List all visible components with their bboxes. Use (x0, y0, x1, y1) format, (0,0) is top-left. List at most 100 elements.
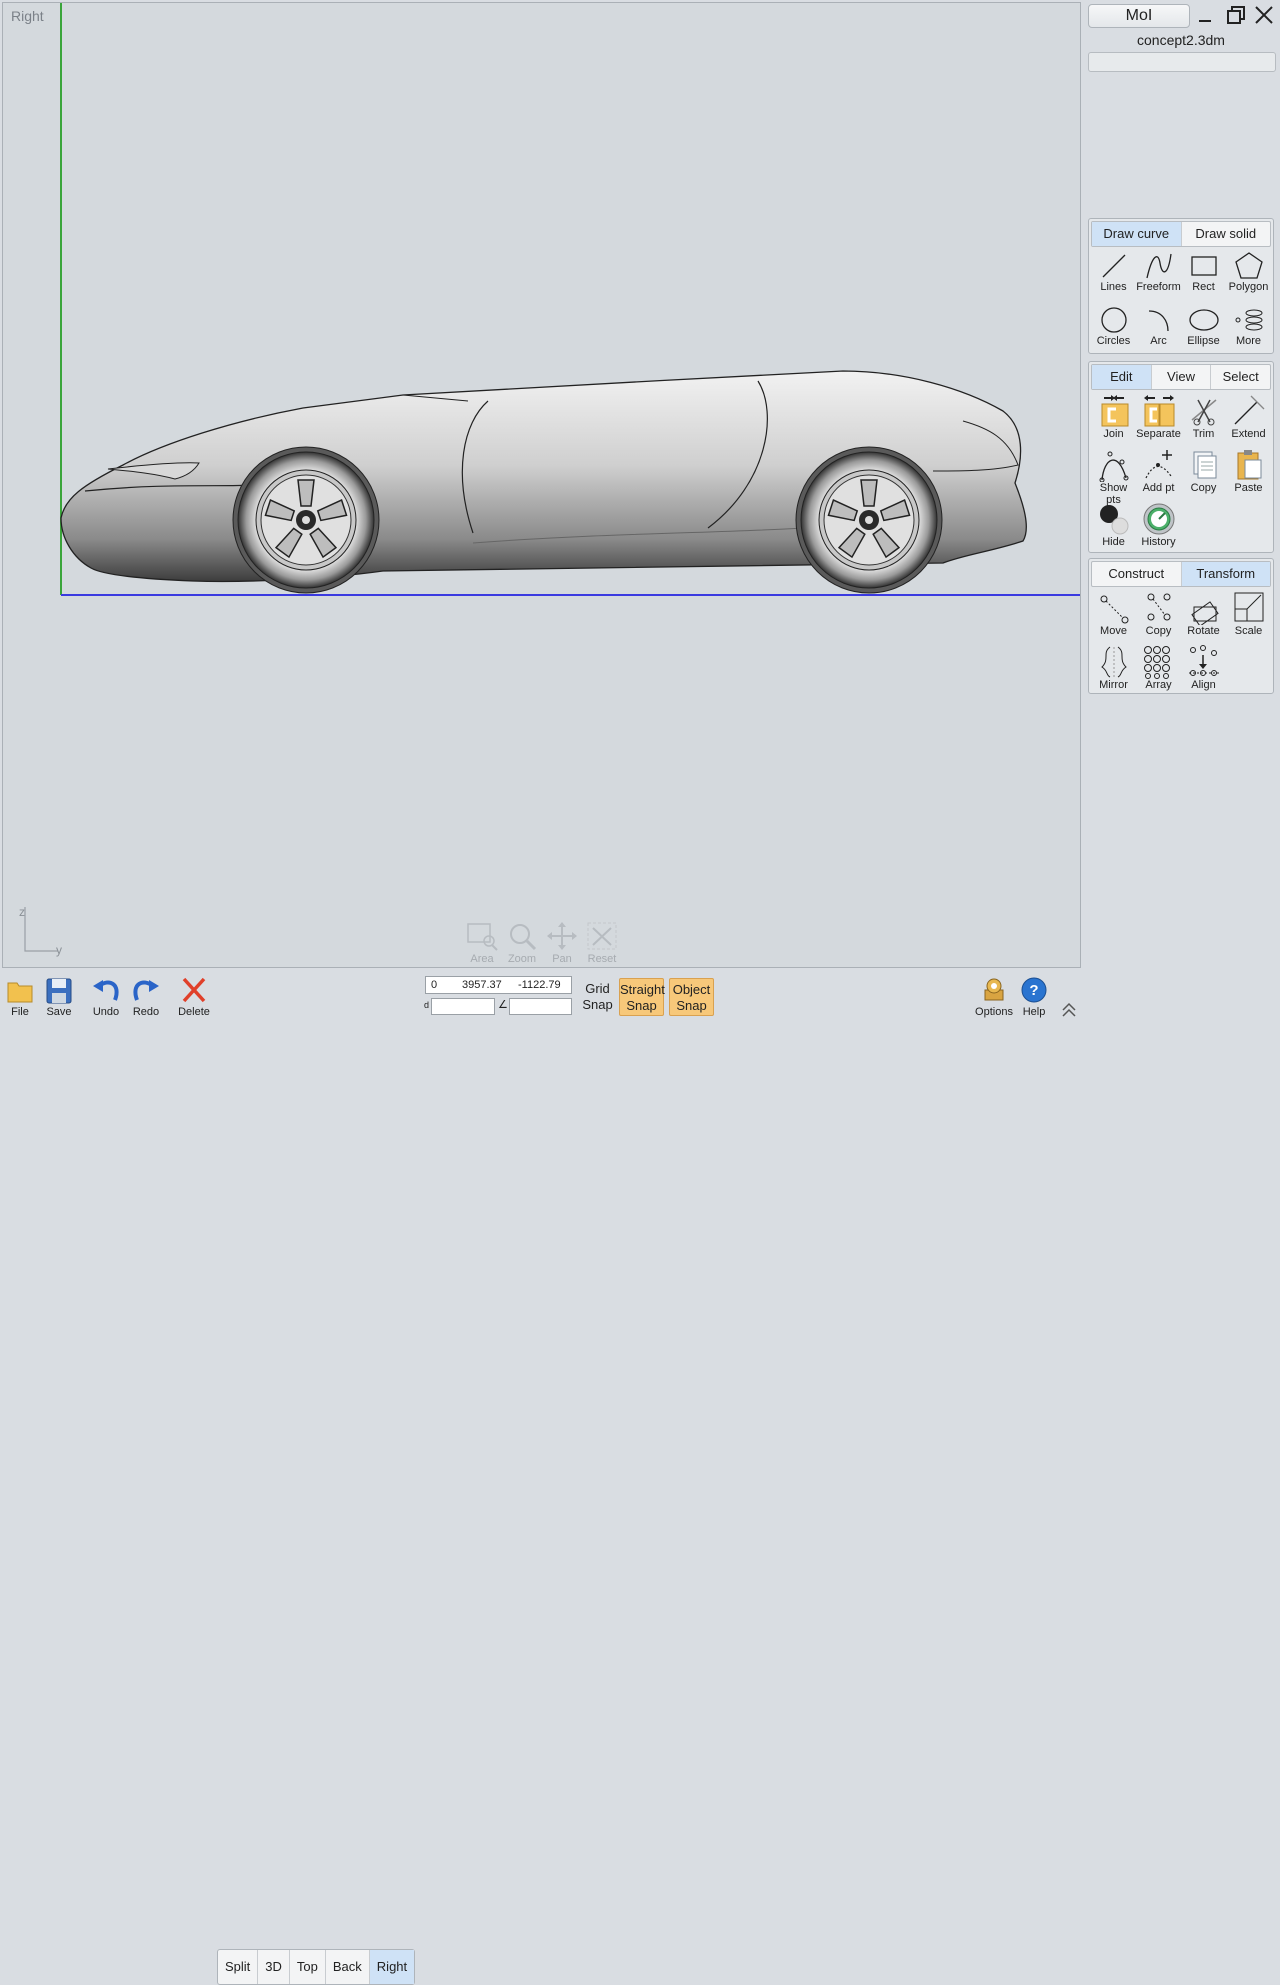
delete-button[interactable]: Delete (174, 974, 214, 1018)
extend-tool[interactable]: Extend (1226, 392, 1271, 446)
view-3d[interactable]: 3D (258, 1950, 290, 1984)
reset-button[interactable]: Reset (582, 921, 622, 965)
extend-icon (1234, 395, 1264, 425)
copy-label: Copy (1190, 482, 1217, 494)
angle-input[interactable] (509, 998, 572, 1015)
minimize-icon[interactable] (1195, 4, 1217, 26)
tab-transform[interactable]: Transform (1181, 562, 1270, 586)
ellipse-label: Ellipse (1187, 335, 1220, 347)
array-label: Array (1145, 679, 1172, 691)
app-title-button[interactable]: MoI (1088, 4, 1190, 28)
save-icon (46, 978, 72, 1004)
lines-icon (1102, 254, 1125, 278)
tab-view[interactable]: View (1152, 365, 1212, 389)
scale-tool[interactable]: Scale (1226, 589, 1271, 643)
show-points-icon (1099, 451, 1128, 482)
viewport-label[interactable]: Right (11, 8, 44, 24)
grid-snap-toggle[interactable]: Grid Snap (575, 978, 620, 1016)
circle-icon (1100, 307, 1127, 333)
view-split[interactable]: Split (218, 1950, 259, 1984)
file-button[interactable]: File (0, 974, 40, 1018)
command-input[interactable] (1088, 52, 1276, 72)
help-button[interactable]: ? Help (1014, 974, 1054, 1018)
array-icon (1143, 646, 1170, 679)
join-tool[interactable]: Join (1091, 392, 1136, 446)
expand-chevron-icon[interactable] (1060, 1000, 1078, 1021)
move-icon (1100, 595, 1128, 624)
join-label: Join (1103, 428, 1124, 440)
arc-tool[interactable]: Arc (1136, 303, 1181, 357)
restore-icon[interactable] (1225, 4, 1247, 26)
coordinate-input[interactable]: 0 3957.37 -1122.79 (425, 976, 572, 994)
options-button[interactable]: Options (974, 974, 1014, 1018)
grid-snap-line2: Snap (582, 997, 613, 1012)
transform-copy-tool[interactable]: Copy (1136, 589, 1181, 643)
copy-tool[interactable]: Copy (1181, 446, 1226, 500)
tab-draw-curve[interactable]: Draw curve (1092, 222, 1182, 246)
tab-construct[interactable]: Construct (1092, 562, 1182, 586)
ellipse-tool[interactable]: Ellipse (1181, 303, 1226, 357)
zoom-button[interactable]: Zoom (502, 921, 542, 965)
lines-tool[interactable]: Lines (1091, 249, 1136, 303)
rect-tool[interactable]: Rect (1181, 249, 1226, 303)
front-wheel (232, 446, 380, 594)
extend-label: Extend (1231, 428, 1266, 440)
show-pts-tool[interactable]: Show pts (1091, 446, 1136, 506)
folder-icon (7, 982, 33, 1003)
mirror-tool[interactable]: Mirror (1091, 643, 1136, 697)
close-icon[interactable] (1253, 4, 1275, 26)
mirror-label: Mirror (1099, 679, 1128, 691)
circles-tool[interactable]: Circles (1091, 303, 1136, 357)
edit-tabs: Edit View Select (1091, 364, 1271, 390)
join-icon (1101, 395, 1128, 427)
view-back[interactable]: Back (326, 1950, 370, 1984)
ellipse-icon (1188, 309, 1219, 331)
pan-icon (547, 922, 577, 950)
tab-select[interactable]: Select (1211, 365, 1270, 389)
history-tool[interactable]: History (1136, 500, 1181, 554)
paste-label: Paste (1234, 482, 1263, 494)
more-tool[interactable]: More (1226, 303, 1271, 357)
add-point-icon (1144, 450, 1172, 479)
freeform-tool[interactable]: Freeform (1136, 249, 1181, 303)
view-top[interactable]: Top (290, 1950, 326, 1984)
freeform-label: Freeform (1136, 281, 1181, 293)
viewport-right[interactable]: Right z y Area Zoom Pan Reset (2, 2, 1081, 968)
area-zoom-icon (467, 923, 498, 951)
array-tool[interactable]: Array (1136, 643, 1181, 697)
axis-indicator: z y (18, 905, 68, 958)
straight-snap-toggle[interactable]: Straight Snap (619, 978, 665, 1016)
coord-0: 0 (431, 979, 438, 991)
area-zoom-button[interactable]: Area (462, 921, 502, 965)
object-snap-toggle[interactable]: Object Snap (669, 978, 714, 1016)
trim-tool[interactable]: Trim (1181, 392, 1226, 446)
rotate-tool[interactable]: Rotate (1181, 589, 1226, 643)
hide-tool[interactable]: Hide (1091, 500, 1136, 554)
car-model-scene[interactable] (3, 3, 1081, 968)
move-tool[interactable]: Move (1091, 589, 1136, 643)
undo-button[interactable]: Undo (86, 974, 126, 1018)
align-tool[interactable]: Align (1181, 643, 1226, 697)
zoom-label: Zoom (507, 953, 537, 965)
coord-z: -1122.79 (518, 979, 561, 991)
scale-icon (1234, 592, 1263, 622)
straight-snap-line1: Straight (620, 982, 665, 997)
tab-draw-solid[interactable]: Draw solid (1182, 222, 1271, 246)
add-pt-label: Add pt (1142, 482, 1175, 494)
pan-button[interactable]: Pan (542, 921, 582, 965)
view-right[interactable]: Right (369, 1950, 415, 1984)
save-button[interactable]: Save (39, 974, 79, 1018)
save-label: Save (46, 1006, 72, 1018)
redo-button[interactable]: Redo (126, 974, 166, 1018)
add-pt-tool[interactable]: Add pt (1136, 446, 1181, 500)
paste-tool[interactable]: Paste (1226, 446, 1271, 500)
draw-group: Draw curve Draw solid Lines Freeform Rec… (1088, 218, 1274, 354)
redo-icon (133, 980, 159, 1001)
angle-icon: ∠ (498, 999, 508, 1011)
file-label: File (11, 1006, 29, 1018)
polygon-tool[interactable]: Polygon (1226, 249, 1271, 303)
tab-edit[interactable]: Edit (1092, 365, 1152, 389)
distance-input[interactable] (431, 998, 495, 1015)
separate-tool[interactable]: Separate (1136, 392, 1181, 446)
history-label: History (1141, 536, 1176, 548)
